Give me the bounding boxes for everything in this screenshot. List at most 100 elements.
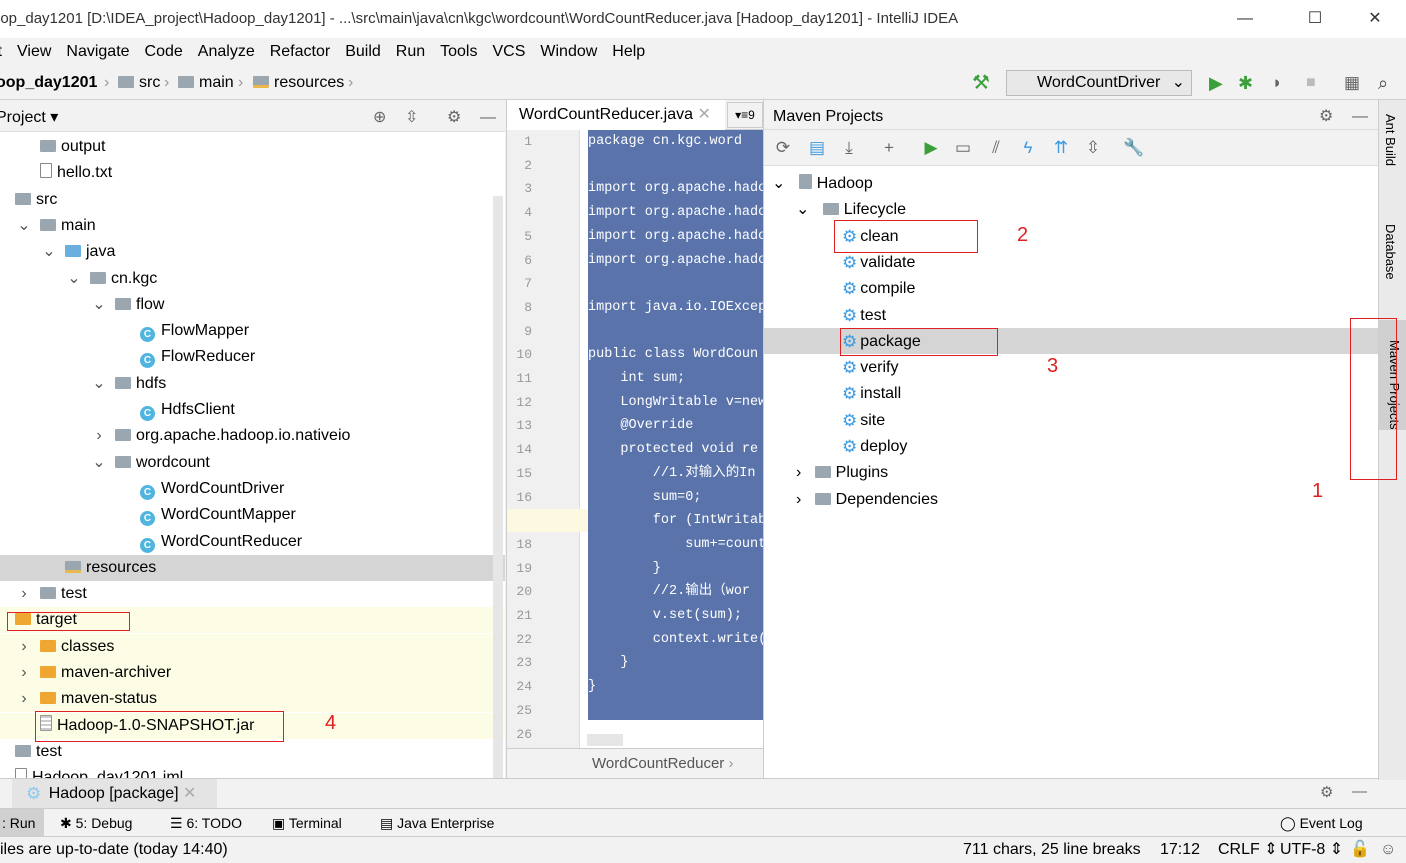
run-tab-hadoop-package[interactable]: ⚙ Hadoop [package] ✕ xyxy=(12,779,217,809)
settings-gear-icon[interactable]: ⚙ xyxy=(1320,783,1333,801)
menu-build[interactable]: Build xyxy=(345,43,381,60)
chevron-right-icon[interactable]: › xyxy=(17,634,31,660)
tree-item[interactable]: ⌄ cn.kgc xyxy=(0,266,505,292)
collapse-icon[interactable]: ⇳ xyxy=(405,104,418,132)
chevron-down-icon[interactable]: ⌄ xyxy=(796,201,809,218)
chevron-right-icon[interactable]: › xyxy=(92,423,106,449)
code-area[interactable]: package cn.kgc.word import org.apache.had… xyxy=(588,130,763,720)
breadcrumb-main[interactable]: main xyxy=(178,66,234,100)
tool-java-enterprise[interactable]: ▤ Java Enterprise xyxy=(380,809,494,837)
maven-root-hadoop[interactable]: ⌄ Hadoop xyxy=(772,171,873,197)
tool-terminal[interactable]: ▣ Terminal xyxy=(272,809,342,837)
hide-icon[interactable]: — xyxy=(1352,100,1368,134)
menu-analyze[interactable]: Analyze xyxy=(198,43,255,60)
breadcrumb-src[interactable]: src xyxy=(118,66,160,100)
tree-item[interactable]: C WordCountReducer xyxy=(0,529,505,555)
tree-item[interactable]: output xyxy=(0,134,505,160)
stop-icon[interactable]: ■ xyxy=(1306,66,1316,100)
maven-dependencies[interactable]: › Dependencies xyxy=(796,487,938,513)
menu-tools[interactable]: Tools xyxy=(440,43,477,60)
collapse-all-icon[interactable]: ⇳ xyxy=(1081,136,1105,160)
maven-phase-verify[interactable]: ⚙ verify xyxy=(842,355,898,381)
tree-item[interactable]: C FlowMapper xyxy=(0,318,505,344)
menu-help[interactable]: Help xyxy=(612,43,645,60)
tree-item[interactable]: › maven-archiver xyxy=(0,660,505,686)
close-button[interactable]: ✕ xyxy=(1352,0,1398,38)
tree-item[interactable]: ⌄ flow xyxy=(0,292,505,318)
chevron-down-icon[interactable]: ⌄ xyxy=(17,213,31,239)
reimport-icon[interactable]: ⟳ xyxy=(771,136,795,160)
tool-event-log[interactable]: ◯ Event Log xyxy=(1280,809,1363,837)
menu-vcs[interactable]: VCS xyxy=(492,43,525,60)
status-encoding[interactable]: UTF-8 ⇕ xyxy=(1280,837,1343,863)
project-structure-icon[interactable]: ▦ xyxy=(1344,66,1360,100)
menu-navigate[interactable]: Navigate xyxy=(66,43,129,60)
chevron-down-icon[interactable]: ⌄ xyxy=(67,266,81,292)
status-line-separator[interactable]: CRLF ⇕ xyxy=(1218,837,1278,863)
chevron-down-icon[interactable]: ⌄ xyxy=(92,292,106,318)
tree-item[interactable]: resources xyxy=(0,554,505,581)
chevron-down-icon[interactable]: ⌄ xyxy=(772,175,785,192)
tool-run[interactable]: : Run xyxy=(0,809,44,837)
generate-sources-icon[interactable]: ▤ xyxy=(805,136,829,160)
tree-item[interactable]: C FlowReducer xyxy=(0,344,505,370)
menu-view[interactable]: View xyxy=(17,43,51,60)
tree-item[interactable]: ⌄ main xyxy=(0,213,505,239)
debug-bug-icon[interactable]: ✱ xyxy=(1238,66,1253,100)
tree-item[interactable]: C WordCountMapper xyxy=(0,502,505,528)
menu-refactor[interactable]: Refactor xyxy=(270,43,330,60)
show-dependencies-icon[interactable]: ⇈ xyxy=(1049,136,1073,160)
tree-item[interactable]: › org.apache.hadoop.io.nativeio xyxy=(0,423,505,449)
tree-item[interactable]: ⌄ hdfs xyxy=(0,371,505,397)
maximize-button[interactable]: ☐ xyxy=(1292,0,1338,38)
run-maven-build-icon[interactable]: ▶ xyxy=(919,136,943,160)
settings-gear-icon[interactable]: ⚙ xyxy=(1319,100,1333,134)
maven-phase-site[interactable]: ⚙ site xyxy=(842,408,885,434)
build-hammer-icon[interactable]: ⚒ xyxy=(972,66,990,100)
skip-tests-icon[interactable]: ϟ xyxy=(1016,136,1040,160)
tree-item[interactable]: C WordCountDriver xyxy=(0,476,505,502)
minimize-button[interactable]: — xyxy=(1222,0,1268,38)
chevron-right-icon[interactable]: › xyxy=(17,686,31,712)
tree-item[interactable]: ⌄ wordcount xyxy=(0,450,505,476)
locate-icon[interactable]: ⊕ xyxy=(373,104,386,132)
menu-edit[interactable]: it xyxy=(0,43,2,60)
maven-phase-install[interactable]: ⚙ install xyxy=(842,381,901,407)
search-icon[interactable]: ⌕ xyxy=(1378,66,1388,100)
chevron-right-icon[interactable]: › xyxy=(17,660,31,686)
tree-item[interactable]: src xyxy=(0,187,505,213)
tree-item[interactable]: › maven-status xyxy=(0,686,505,713)
maven-phase-deploy[interactable]: ⚙ deploy xyxy=(842,434,907,460)
maven-settings-wrench-icon[interactable]: 🔧 xyxy=(1122,136,1146,160)
tree-item[interactable]: C HdfsClient xyxy=(0,397,505,423)
download-icon[interactable]: ⤓ xyxy=(837,136,861,160)
tree-item[interactable]: › test xyxy=(0,581,505,607)
breadcrumb-class[interactable]: WordCountReducer xyxy=(592,755,724,772)
tool-todo[interactable]: ☰ 6: TODO xyxy=(170,809,242,837)
lock-icon[interactable]: 🔓 xyxy=(1350,837,1370,863)
hide-icon[interactable]: — xyxy=(480,104,496,132)
menu-window[interactable]: Window xyxy=(540,43,597,60)
tab-wordcountreducer[interactable]: WordCountReducer.java ✕ xyxy=(507,100,725,130)
project-view-select[interactable]: Project ▾ xyxy=(0,104,58,132)
chevron-down-icon[interactable]: ⌄ xyxy=(42,239,56,265)
tree-item[interactable]: test xyxy=(0,739,505,765)
run-config-select[interactable]: WordCountDriver ⌄ xyxy=(1006,70,1192,96)
tree-item[interactable]: Hadoop_day1201.iml xyxy=(0,765,505,778)
tab-database[interactable]: Database xyxy=(1383,224,1398,280)
tab-ant-build[interactable]: Ant Build xyxy=(1383,114,1398,166)
menu-code[interactable]: Code xyxy=(145,43,183,60)
chevron-right-icon[interactable]: › xyxy=(17,581,31,607)
maven-phase-validate[interactable]: ⚙ validate xyxy=(842,250,915,276)
tree-item[interactable]: hello.txt xyxy=(0,160,505,186)
tab-list-button[interactable]: ▾≡9 xyxy=(727,102,763,128)
settings-gear-icon[interactable]: ⚙ xyxy=(447,104,461,132)
horizontal-scrollbar[interactable] xyxy=(587,734,623,746)
tree-item[interactable]: ⌄ java xyxy=(0,239,505,265)
status-position[interactable]: 17:12 xyxy=(1160,837,1200,863)
breadcrumb-project[interactable]: oop_day1201 xyxy=(0,66,97,100)
breadcrumb-resources[interactable]: resources xyxy=(253,66,344,100)
add-icon[interactable]: + xyxy=(877,136,901,160)
hide-icon[interactable]: — xyxy=(1352,783,1367,800)
chevron-down-icon[interactable]: ⌄ xyxy=(92,371,106,397)
